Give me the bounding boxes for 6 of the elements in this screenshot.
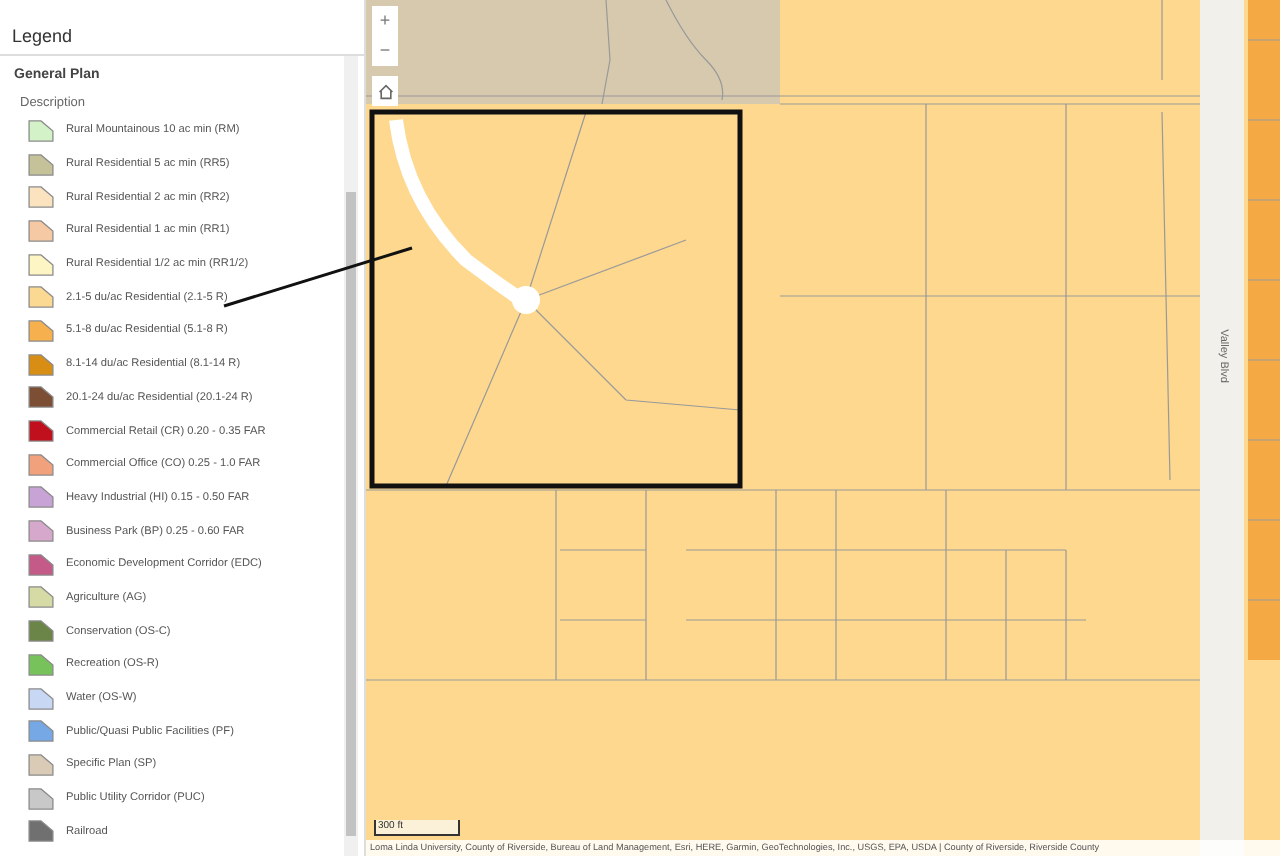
- home-button[interactable]: [372, 76, 398, 106]
- home-icon: [377, 83, 393, 99]
- scrollbar[interactable]: [344, 56, 358, 856]
- zoom-out-button[interactable]: −: [372, 36, 398, 66]
- legend-title: Legend: [0, 0, 364, 56]
- zoom-in-button[interactable]: +: [372, 6, 398, 36]
